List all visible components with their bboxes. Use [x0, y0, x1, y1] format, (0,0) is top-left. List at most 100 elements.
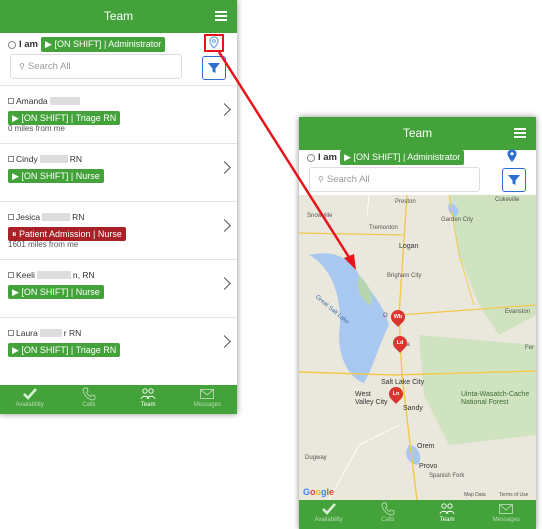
member-title: RN — [72, 212, 85, 222]
member-name: Cindy — [16, 154, 38, 164]
tab-label: Availability — [314, 517, 343, 523]
map-label: Preston — [395, 199, 416, 205]
search-input[interactable]: ⚲ Search All — [309, 167, 480, 192]
my-status-badge[interactable]: ▶ [ON SHIFT] | Administrator — [41, 37, 166, 52]
marker-label: Wb — [393, 314, 403, 320]
list-item[interactable]: Keeli n, RN ▶ [ON SHIFT] | Nurse — [0, 259, 237, 317]
map-label: Snowville — [307, 213, 333, 219]
map-view-button[interactable] — [506, 149, 518, 168]
tab-bar: Availability Calls Team Messages — [299, 500, 536, 529]
settings-icon[interactable] — [8, 40, 16, 49]
page-title: Team — [402, 126, 433, 140]
my-status-badge[interactable]: ▶ [ON SHIFT] | Administrator — [340, 150, 465, 165]
tab-availability[interactable]: Availability — [0, 385, 59, 414]
status-prefix: I am — [318, 152, 338, 163]
status-line: I am ▶ [ON SHIFT] | Administrator — [8, 37, 166, 52]
status-badge: ▶ [ON SHIFT] | Nurse — [8, 285, 104, 299]
menu-icon[interactable] — [215, 11, 227, 21]
redacted-surname — [39, 329, 62, 337]
status-badge: ⏸ Patient Admission | Nurse — [8, 227, 126, 241]
search-placeholder: Search All — [326, 174, 370, 185]
map-graphics — [299, 195, 536, 500]
team-icon — [140, 388, 156, 400]
envelope-icon — [499, 504, 514, 514]
tab-label: Messages — [492, 517, 521, 523]
map-terms-link[interactable]: Terms of Use — [499, 492, 528, 498]
map-view-button[interactable] — [204, 34, 224, 52]
phone-icon — [82, 387, 96, 401]
map-pin-icon — [209, 36, 219, 49]
filter-button[interactable] — [502, 168, 526, 192]
member-title: RN — [69, 154, 83, 164]
check-icon — [321, 503, 336, 515]
contact-icon — [8, 214, 14, 220]
map-label: West Valley City — [355, 391, 388, 406]
list-item[interactable]: Amanda ▶ [ON SHIFT] | Triage RN 0 miles … — [0, 85, 237, 143]
marker-label: Ln — [392, 391, 400, 397]
tab-team[interactable]: Team — [418, 500, 477, 529]
map-label: Spanish Fork — [429, 473, 465, 479]
tab-messages[interactable]: Messages — [178, 385, 237, 414]
tab-availability[interactable]: Availability — [299, 500, 358, 529]
member-title: n, RN — [72, 270, 95, 280]
tab-team[interactable]: Team — [119, 385, 178, 414]
map-label: O — [383, 313, 388, 319]
contact-icon — [8, 156, 14, 162]
filter-button[interactable] — [202, 56, 226, 80]
chevron-right-icon[interactable] — [218, 335, 231, 348]
map-label: Salt Lake City — [381, 379, 425, 386]
team-list-screen: Team I am ▶ [ON SHIFT] | Administrator ⚲… — [0, 0, 237, 414]
map-label: Garden City — [441, 217, 474, 223]
map-label: Brigham City — [387, 273, 422, 279]
search-placeholder: Search All — [27, 61, 71, 72]
tab-messages[interactable]: Messages — [477, 500, 536, 529]
map-label: Fer — [525, 345, 534, 351]
chevron-right-icon[interactable] — [218, 161, 231, 174]
app-header: Team — [299, 117, 536, 150]
status-line: I am ▶ [ON SHIFT] | Administrator — [307, 150, 465, 165]
tab-label: Availability — [15, 402, 44, 408]
status-badge: ▶ [ON SHIFT] | Triage RN — [8, 343, 121, 357]
search-icon: ⚲ — [318, 175, 324, 184]
map-label: Dugway — [305, 455, 327, 461]
chevron-right-icon[interactable] — [218, 219, 231, 232]
map-label: Provo — [419, 463, 438, 470]
map-label: Tremonton — [369, 225, 398, 231]
chevron-right-icon[interactable] — [218, 277, 231, 290]
distance-text: 1601 miles from me — [8, 240, 79, 249]
chevron-right-icon[interactable] — [218, 103, 231, 116]
status-badge: ▶ [ON SHIFT] | Nurse — [8, 169, 104, 183]
member-name: Laura — [16, 328, 38, 338]
app-header: Team — [0, 0, 237, 33]
tab-label: Calls — [82, 402, 96, 408]
member-name: Amanda — [16, 96, 48, 106]
google-logo: Google — [303, 487, 335, 497]
tab-label: Team — [140, 402, 156, 408]
tab-label: Team — [439, 517, 455, 523]
redacted-surname — [39, 155, 68, 163]
list-item[interactable]: Laura r RN ▶ [ON SHIFT] | Triage RN — [0, 317, 237, 375]
tab-calls[interactable]: Calls — [59, 385, 118, 414]
member-title: r RN — [63, 328, 82, 338]
map-attribution[interactable]: Map Data — [464, 492, 486, 498]
search-input[interactable]: ⚲ Search All — [10, 54, 182, 79]
list-item[interactable]: Cindy RN ▶ [ON SHIFT] | Nurse — [0, 143, 237, 201]
filter-icon — [508, 175, 520, 185]
menu-icon[interactable] — [514, 128, 526, 138]
redacted-surname — [49, 97, 80, 105]
status-badge: ▶ [ON SHIFT] | Triage RN — [8, 111, 121, 125]
tab-label: Calls — [381, 517, 395, 523]
status-prefix: I am — [19, 39, 39, 50]
tab-calls[interactable]: Calls — [358, 500, 417, 529]
map-label: Logan — [399, 243, 419, 250]
settings-icon[interactable] — [307, 153, 315, 162]
map-label: Cokeville — [495, 197, 520, 203]
map-label: Orem — [417, 443, 435, 450]
list-item[interactable]: Jesica RN ⏸ Patient Admission | Nurse 160… — [0, 201, 237, 259]
redacted-surname — [36, 271, 71, 279]
contact-icon — [8, 330, 14, 336]
team-map[interactable]: Cokeville Garden City Preston Snowville … — [299, 195, 536, 500]
marker-label: Ld — [396, 340, 404, 346]
contact-icon — [8, 98, 14, 104]
distance-text: 0 miles from me — [8, 124, 65, 133]
